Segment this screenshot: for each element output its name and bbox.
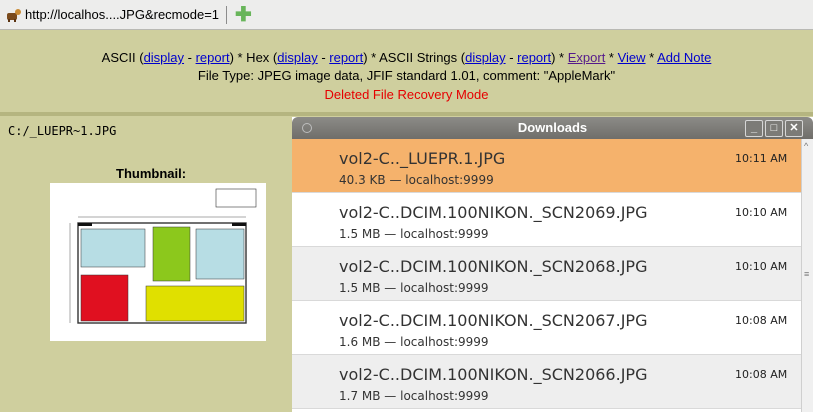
export-link[interactable]: Export: [568, 50, 606, 65]
close-icon[interactable]: ✕: [785, 120, 803, 137]
hex-display-link[interactable]: display: [277, 50, 317, 65]
download-filename: vol2-C.._LUEPR.1.JPG: [339, 149, 506, 168]
hex-report-link[interactable]: report: [329, 50, 363, 65]
download-time: 10:08 AM: [735, 368, 788, 381]
download-item[interactable]: vol2-C..DCIM.100NIKON._SCN2069.JPG 1.5 M…: [292, 193, 801, 247]
download-item[interactable]: vol2-C.._LUEPR.1.JPG 40.3 KB — localhost…: [292, 139, 801, 193]
thumbnail-image: [50, 183, 266, 341]
separator-text: *: [605, 50, 618, 65]
download-time: 10:10 AM: [735, 206, 788, 219]
thumbnail-label: Thumbnail:: [116, 166, 187, 181]
download-time: 10:11 AM: [735, 152, 788, 165]
download-item[interactable]: vol2-C..DCIM.100NIKON._SCN2068.JPG 1.5 M…: [292, 247, 801, 301]
file-type-text: File Type: JPEG image data, JFIF standar…: [197, 68, 616, 83]
download-time: 10:08 AM: [735, 314, 788, 327]
downloads-titlebar[interactable]: Downloads _ □ ✕: [292, 117, 813, 139]
separator-text: ) *: [551, 50, 568, 65]
recovery-mode-text: Deleted File Recovery Mode: [324, 87, 489, 102]
download-item[interactable]: vol2-C..DCIM.100NIKON._SCN2066.JPG 1.7 M…: [292, 355, 801, 409]
maximize-icon[interactable]: □: [765, 120, 783, 137]
ascii-label: ASCII (: [101, 50, 144, 65]
ascii-strings-label: ) * ASCII Strings (: [363, 50, 466, 65]
downloads-list: vol2-C.._LUEPR.1.JPG 40.3 KB — localhost…: [292, 139, 801, 412]
new-tab-plus-icon[interactable]: ✚: [235, 5, 252, 25]
browser-tab[interactable]: http://localhos....JPG&recmode=1 ✚: [0, 0, 252, 29]
separator-text: *: [645, 50, 658, 65]
strings-display-link[interactable]: display: [465, 50, 505, 65]
scroll-up-icon[interactable]: ^: [804, 141, 808, 151]
minimize-icon[interactable]: _: [745, 120, 763, 137]
ascii-report-link[interactable]: report: [196, 50, 230, 65]
dash: -: [505, 50, 518, 65]
download-meta: 1.7 MB — localhost:9999: [339, 389, 489, 403]
view-link[interactable]: View: [618, 50, 646, 65]
tab-separator: [226, 5, 228, 24]
download-filename: vol2-C..DCIM.100NIKON._SCN2069.JPG: [339, 203, 648, 222]
view-links-line: ASCII (display - report) * Hex (display …: [0, 50, 813, 65]
strings-report-link[interactable]: report: [517, 50, 551, 65]
downloads-title: Downloads: [517, 120, 588, 135]
download-filename: vol2-C..DCIM.100NIKON._SCN2066.JPG: [339, 365, 648, 384]
analysis-header: ASCII (display - report) * Hex (display …: [0, 30, 813, 116]
dash: -: [317, 50, 330, 65]
scroll-grip-icon[interactable]: ≡: [804, 269, 809, 279]
downloads-window: Downloads _ □ ✕ vol2-C.._LUEPR.1.JPG 40.…: [292, 117, 813, 412]
download-filename: vol2-C..DCIM.100NIKON._SCN2068.JPG: [339, 257, 648, 276]
download-filename: vol2-C..DCIM.100NIKON._SCN2067.JPG: [339, 311, 648, 330]
download-meta: 1.5 MB — localhost:9999: [339, 281, 489, 295]
dash: -: [184, 50, 196, 65]
file-path: C:/_LUEPR~1.JPG: [8, 124, 117, 138]
hex-label: ) * Hex (: [229, 50, 278, 65]
file-panel: C:/_LUEPR~1.JPG Thumbnail:: [0, 116, 294, 412]
download-time: 10:10 AM: [735, 260, 788, 273]
autopsy-dog-icon: [7, 8, 21, 22]
ascii-display-link[interactable]: display: [144, 50, 184, 65]
download-item[interactable]: vol2-C..DCIM.100NIKON._SCN2067.JPG 1.6 M…: [292, 301, 801, 355]
add-note-link[interactable]: Add Note: [657, 50, 711, 65]
tab-url: http://localhos....JPG&recmode=1: [25, 7, 220, 22]
downloads-scrollbar[interactable]: ^ ≡: [801, 139, 813, 412]
tab-bar: http://localhos....JPG&recmode=1 ✚: [0, 0, 813, 30]
download-meta: 1.5 MB — localhost:9999: [339, 227, 489, 241]
download-meta: 40.3 KB — localhost:9999: [339, 173, 494, 187]
download-meta: 1.6 MB — localhost:9999: [339, 335, 489, 349]
